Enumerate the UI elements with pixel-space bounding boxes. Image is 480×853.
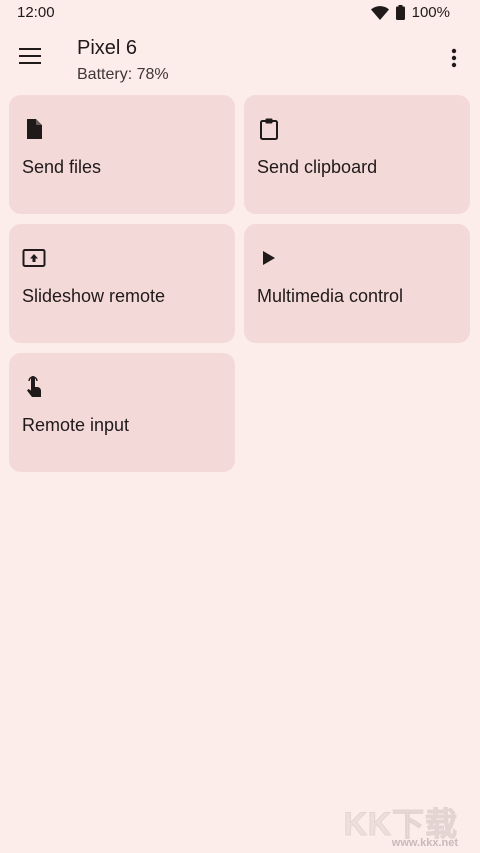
send-files-label: Send files (22, 157, 102, 177)
play-icon (257, 246, 281, 270)
more-vert-icon (451, 48, 457, 73)
send-files-card[interactable]: Send files (9, 95, 235, 214)
slideshow-icon (22, 246, 46, 270)
device-title: Pixel 6 (77, 37, 138, 59)
app-bar: Pixel 6 Battery: 78% (0, 30, 480, 90)
send-clipboard-label: Send clipboard (257, 157, 378, 177)
watermark: KK下载 www.kkx.net (338, 799, 458, 850)
battery-percent: 100% (411, 4, 450, 21)
status-time: 12:00 (17, 4, 55, 21)
watermark-url: www.kkx.net (391, 837, 458, 849)
slideshow-remote-card[interactable]: Slideshow remote (9, 224, 235, 343)
multimedia-control-card[interactable]: Multimedia control (244, 224, 470, 343)
battery-icon (395, 5, 405, 20)
more-options-button[interactable] (436, 40, 472, 80)
clipboard-icon (257, 117, 281, 141)
menu-icon (19, 47, 41, 69)
multimedia-control-label: Multimedia control (257, 286, 404, 306)
status-icons: 100% (370, 4, 450, 21)
touch-icon (22, 375, 46, 399)
slideshow-remote-label: Slideshow remote (22, 286, 166, 306)
status-bar: 12:00 100% (0, 0, 480, 26)
menu-button[interactable] (10, 38, 50, 78)
send-clipboard-card[interactable]: Send clipboard (244, 95, 470, 214)
remote-input-card[interactable]: Remote input (9, 353, 235, 472)
actions-grid: Send files Send clipboard Slideshow remo… (9, 95, 471, 472)
wifi-icon (370, 5, 389, 20)
battery-status: Battery: 78% (77, 66, 169, 83)
file-icon (22, 117, 46, 141)
remote-input-label: Remote input (22, 415, 130, 435)
